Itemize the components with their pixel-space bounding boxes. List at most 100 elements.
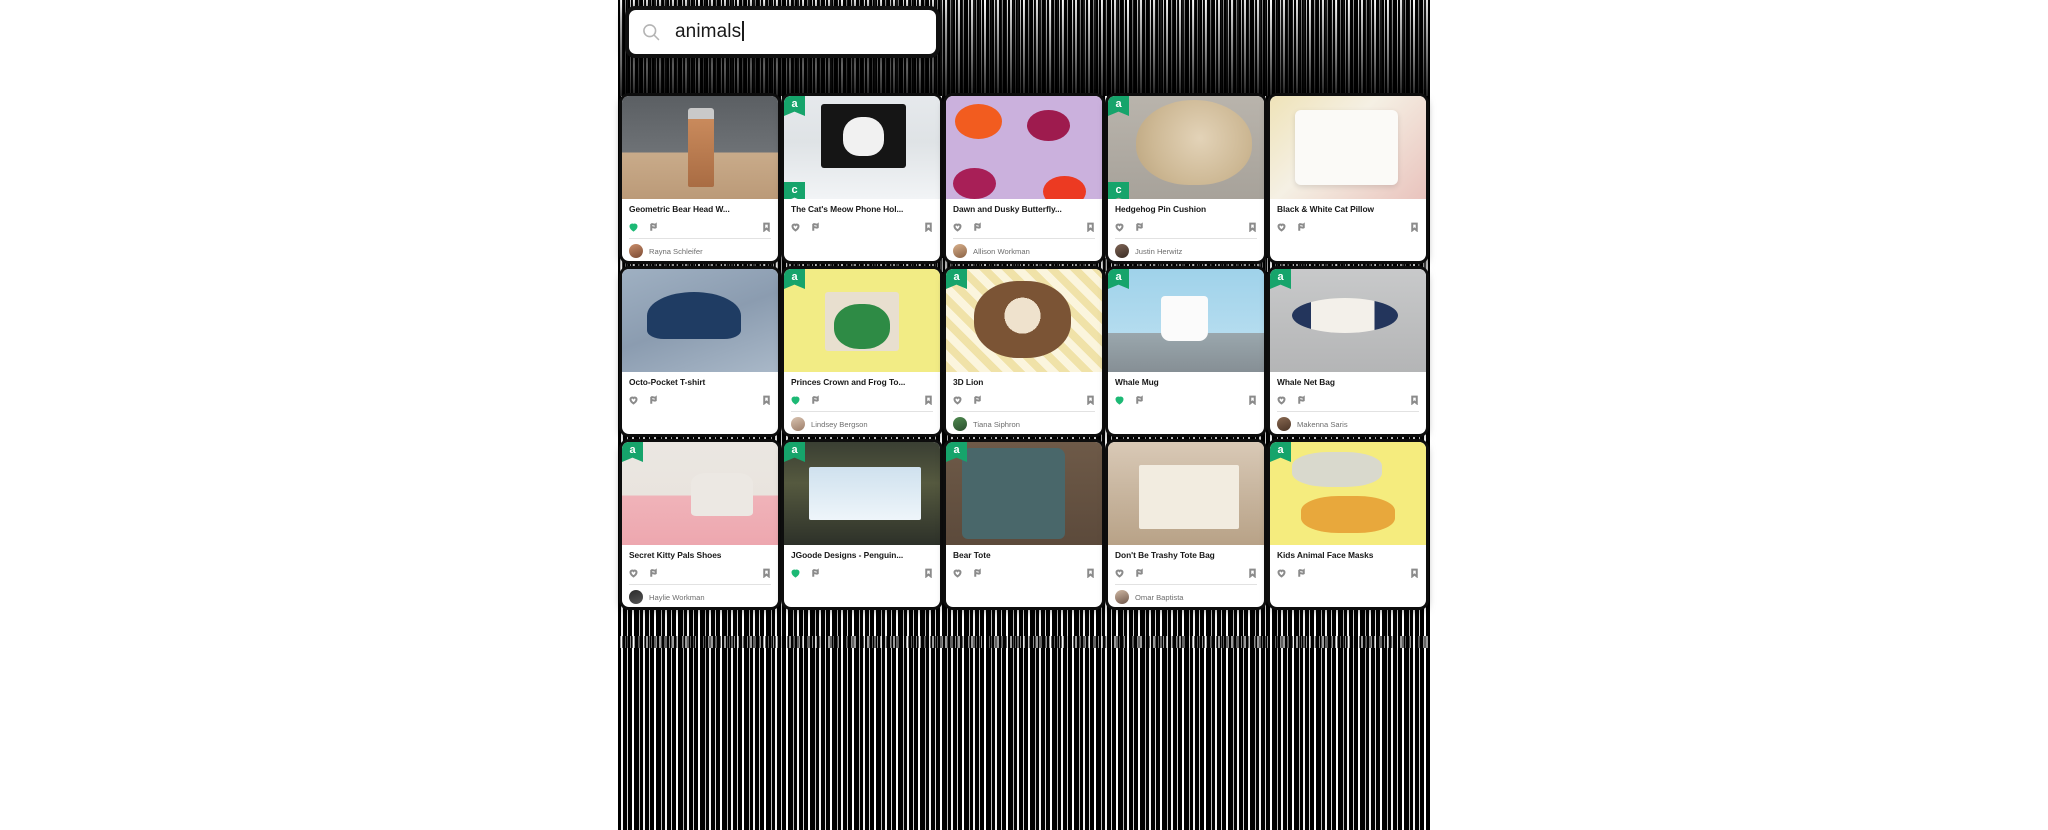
product-thumbnail[interactable] [1270,96,1426,199]
flag-button[interactable] [1135,222,1144,232]
flag-button[interactable] [811,395,820,405]
avatar [629,244,643,259]
product-card[interactable]: a JGoode Designs - Penguin... [784,442,940,607]
flag-button[interactable] [649,395,658,405]
creator-row[interactable]: Makenna Saris [1277,411,1419,432]
like-button[interactable] [791,222,800,232]
product-image [946,442,1102,545]
product-thumbnail[interactable]: ac [1108,96,1264,199]
product-card[interactable]: a Bear Tote [946,442,1102,607]
product-card[interactable]: Octo-Pocket T-shirt [622,269,778,434]
creator-row[interactable]: Allison Workman [953,238,1095,259]
product-card[interactable]: Geometric Bear Head W... Rayna Schleifer [622,96,778,261]
product-card[interactable]: a Secret Kitty Pals Shoes Haylie Workman [622,442,778,607]
creator-row[interactable]: Haylie Workman [629,584,771,605]
bookmark-button[interactable] [1410,568,1419,578]
product-card[interactable]: Black & White Cat Pillow [1270,96,1426,261]
product-thumbnail[interactable]: a [946,269,1102,372]
product-thumbnail[interactable] [622,96,778,199]
product-card[interactable]: Dawn and Dusky Butterfly... Allison Workm… [946,96,1102,261]
product-card[interactable]: a 3D Lion Tiana Siphron [946,269,1102,434]
product-thumbnail[interactable]: a [1108,269,1264,372]
product-image [1270,96,1426,199]
bookmark-button[interactable] [1248,568,1257,578]
flag-button[interactable] [649,222,658,232]
creator-name: Rayna Schleifer [649,246,703,256]
card-actions [1277,393,1419,406]
product-thumbnail[interactable]: a [622,442,778,545]
product-card[interactable]: a c Hedgehog Pin Cushion Justin Herwitz [1108,96,1264,261]
like-button[interactable] [1115,568,1124,578]
avatar [629,590,643,605]
product-card[interactable]: a Whale Net Bag Makenna Saris [1270,269,1426,434]
product-card[interactable]: Don't Be Trashy Tote Bag Omar Baptista [1108,442,1264,607]
product-title: Bear Tote [953,550,991,560]
search-input[interactable]: animals [675,21,744,43]
product-card[interactable]: a Princes Crown and Frog To... Lindsey Ber… [784,269,940,434]
like-button[interactable] [1115,395,1124,405]
like-button[interactable] [953,568,962,578]
bookmark-button[interactable] [924,568,933,578]
flag-button[interactable] [1135,568,1144,578]
like-button[interactable] [953,395,962,405]
flag-button[interactable] [973,395,982,405]
product-thumbnail[interactable]: a [784,269,940,372]
flag-button[interactable] [973,222,982,232]
card-meta: Hedgehog Pin Cushion Justin Herwitz [1108,199,1264,261]
bookmark-button[interactable] [1086,222,1095,232]
like-button[interactable] [1277,395,1286,405]
product-card[interactable]: a c The Cat's Meow Phone Hol... [784,96,940,261]
bookmark-button[interactable] [924,222,933,232]
card-actions [953,220,1095,233]
flag-button[interactable] [1297,568,1306,578]
product-card[interactable]: a Kids Animal Face Masks [1270,442,1426,607]
bookmark-button[interactable] [762,222,771,232]
product-thumbnail[interactable]: ac [784,96,940,199]
creator-row[interactable]: Lindsey Bergson [791,411,933,432]
bookmark-button[interactable] [924,395,933,405]
creator-row[interactable]: Tiana Siphron [953,411,1095,432]
product-card[interactable]: a Whale Mug [1108,269,1264,434]
flag-button[interactable] [649,568,658,578]
search-bar[interactable]: animals [625,6,940,58]
bookmark-button[interactable] [1410,395,1419,405]
like-button[interactable] [629,222,638,232]
creator-row[interactable]: Omar Baptista [1115,584,1257,605]
product-thumbnail[interactable]: a [1270,269,1426,372]
flag-button[interactable] [811,568,820,578]
like-button[interactable] [1277,568,1286,578]
product-title: Kids Animal Face Masks [1277,550,1374,560]
creator-row[interactable]: Rayna Schleifer [629,238,771,259]
tag-badge-c[interactable]: c [1108,182,1129,199]
product-thumbnail[interactable]: a [946,442,1102,545]
like-button[interactable] [1277,222,1286,232]
bookmark-button[interactable] [762,568,771,578]
bookmark-button[interactable] [1248,222,1257,232]
bookmark-button[interactable] [1086,395,1095,405]
product-image [1108,269,1264,372]
like-button[interactable] [791,395,800,405]
bookmark-button[interactable] [1248,395,1257,405]
like-button[interactable] [953,222,962,232]
product-thumbnail[interactable] [1108,442,1264,545]
product-thumbnail[interactable] [946,96,1102,199]
flag-button[interactable] [1297,222,1306,232]
like-button[interactable] [629,395,638,405]
flag-button[interactable] [1135,395,1144,405]
flag-button[interactable] [811,222,820,232]
product-thumbnail[interactable]: a [784,442,940,545]
product-thumbnail[interactable] [622,269,778,372]
card-actions [629,566,771,579]
like-button[interactable] [629,568,638,578]
bookmark-button[interactable] [1410,222,1419,232]
product-thumbnail[interactable]: a [1270,442,1426,545]
tag-badge-c[interactable]: c [784,182,805,199]
flag-button[interactable] [973,568,982,578]
creator-row[interactable]: Justin Herwitz [1115,238,1257,259]
search-input-field[interactable]: animals [629,10,936,54]
bookmark-button[interactable] [762,395,771,405]
like-button[interactable] [791,568,800,578]
bookmark-button[interactable] [1086,568,1095,578]
like-button[interactable] [1115,222,1124,232]
flag-button[interactable] [1297,395,1306,405]
